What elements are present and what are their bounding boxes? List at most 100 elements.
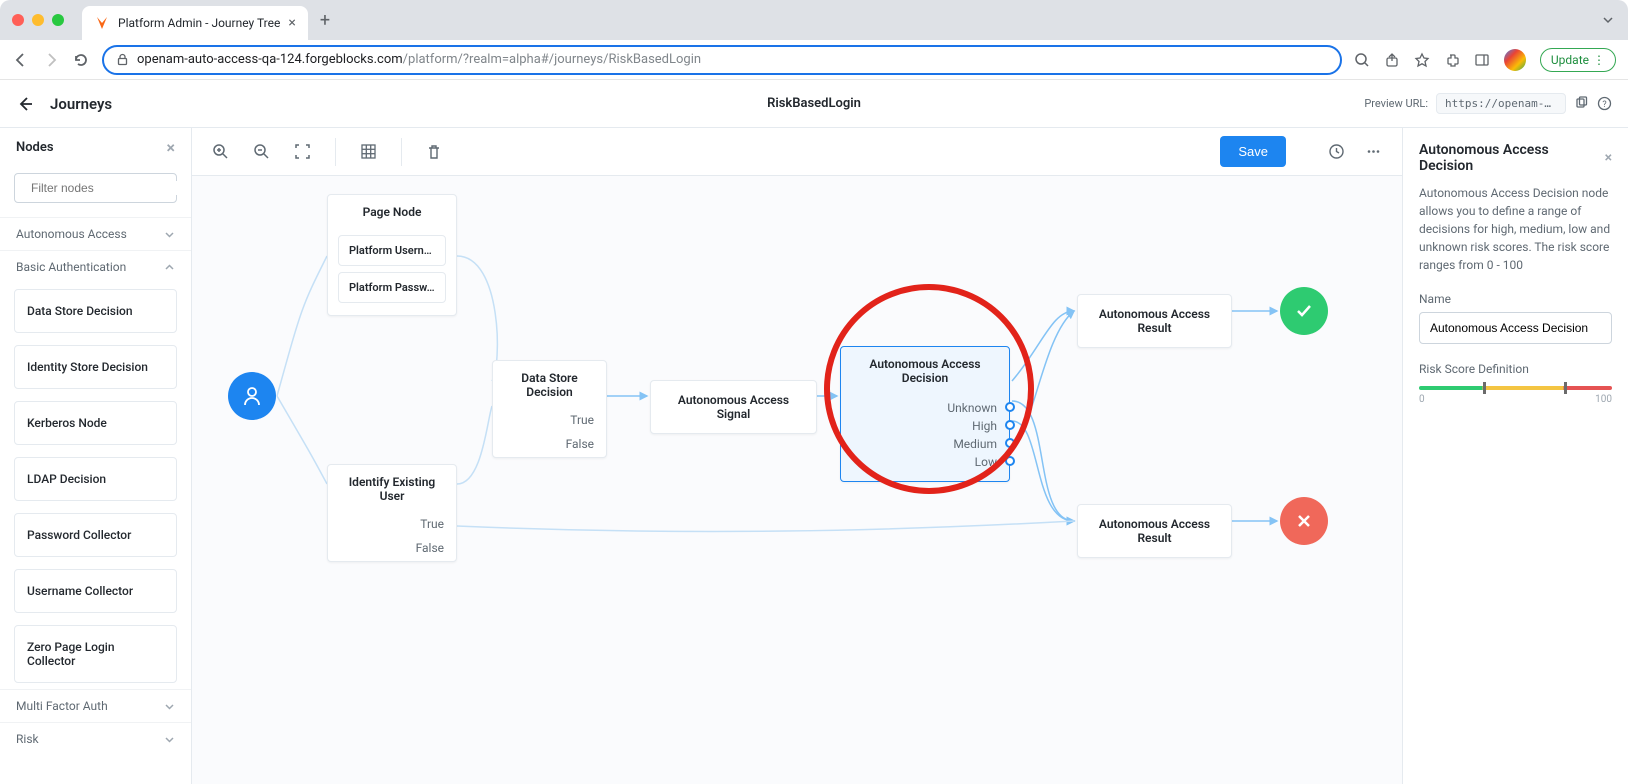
node-title: Autonomous Access Decision [841, 347, 1009, 395]
journey-name: RiskBasedLogin [767, 96, 861, 111]
node-item[interactable]: Username Collector [14, 569, 177, 613]
new-tab-button[interactable]: + [320, 10, 330, 31]
panel-title: Autonomous Access Decision [1419, 142, 1605, 174]
port[interactable] [1005, 420, 1015, 430]
sidebar-title: Nodes [16, 140, 54, 155]
preview-url-value: https://openam-auto… [1436, 93, 1566, 114]
share-icon[interactable] [1384, 52, 1400, 68]
minimize-window-button[interactable] [32, 14, 44, 26]
outcome: True [328, 513, 456, 537]
copy-icon[interactable] [1574, 96, 1589, 111]
slider-handle[interactable] [1564, 382, 1567, 394]
fit-screen-icon[interactable] [294, 143, 311, 160]
browser-toolbar: openam-auto-access-qa-124.forgeblocks.co… [0, 40, 1628, 80]
tabs-dropdown-icon[interactable] [1600, 12, 1616, 28]
node-item[interactable]: Kerberos Node [14, 401, 177, 445]
node-item[interactable]: LDAP Decision [14, 457, 177, 501]
chevron-down-icon [164, 734, 175, 745]
favicon-icon [94, 15, 110, 31]
back-button[interactable] [12, 51, 30, 69]
identify-existing-user-node[interactable]: Identify Existing User True False [327, 464, 457, 562]
zoom-in-icon[interactable] [212, 143, 229, 160]
extensions-icon[interactable] [1444, 52, 1460, 68]
more-icon[interactable] [1365, 143, 1382, 160]
maximize-window-button[interactable] [52, 14, 64, 26]
category-multi-factor-auth[interactable]: Multi Factor Auth [0, 689, 191, 722]
page-node[interactable]: Page Node Platform Usern… Platform Passw… [327, 194, 457, 316]
history-icon[interactable] [1328, 143, 1345, 160]
chevron-down-icon [164, 701, 175, 712]
delete-icon[interactable] [426, 144, 442, 160]
outcome: True [493, 409, 606, 433]
node-item[interactable]: Data Store Decision [14, 289, 177, 333]
outcome-unknown: Unknown [853, 399, 997, 417]
outcome: False [328, 537, 456, 561]
category-basic-authentication[interactable]: Basic Authentication [0, 250, 191, 283]
category-autonomous-access[interactable]: Autonomous Access [0, 217, 191, 250]
help-icon[interactable]: ? [1597, 96, 1612, 111]
reload-button[interactable] [72, 51, 90, 69]
zoom-icon[interactable] [1354, 52, 1370, 68]
zoom-out-icon[interactable] [253, 143, 270, 160]
port[interactable] [1005, 456, 1015, 466]
slider-handle[interactable] [1483, 382, 1486, 394]
autonomous-access-signal-node[interactable]: Autonomous Access Signal [650, 380, 817, 434]
node-title: Page Node [328, 195, 456, 229]
node-item[interactable]: Password Collector [14, 513, 177, 557]
svg-text:?: ? [1602, 100, 1606, 110]
bookmark-icon[interactable] [1414, 52, 1430, 68]
node-item[interactable]: Identity Store Decision [14, 345, 177, 389]
node-chip: Platform Usern… [338, 235, 446, 266]
browser-tab-bar: Platform Admin - Journey Tree × + [0, 0, 1628, 40]
save-button[interactable]: Save [1220, 136, 1286, 167]
profile-avatar[interactable] [1504, 49, 1526, 71]
sidebar-close-icon[interactable]: × [167, 138, 176, 157]
preview-url-label: Preview URL: [1364, 97, 1428, 110]
failure-end-node[interactable] [1280, 497, 1328, 545]
flow-canvas[interactable]: Page Node Platform Usern… Platform Passw… [192, 176, 1402, 784]
window-controls [12, 14, 64, 26]
address-bar[interactable]: openam-auto-access-qa-124.forgeblocks.co… [102, 45, 1342, 75]
tab-title: Platform Admin - Journey Tree [118, 16, 280, 30]
node-item[interactable]: Zero Page Login Collector [14, 625, 177, 683]
page-title: Journeys [50, 95, 112, 113]
start-node[interactable] [228, 372, 276, 420]
filter-input-wrapper[interactable] [14, 173, 177, 203]
success-end-node[interactable] [1280, 287, 1328, 335]
data-store-decision-node[interactable]: Data Store Decision True False [492, 360, 607, 458]
app-header: Journeys RiskBasedLogin Preview URL: htt… [0, 80, 1628, 128]
close-window-button[interactable] [12, 14, 24, 26]
risk-score-label: Risk Score Definition [1419, 362, 1612, 376]
risk-score-slider[interactable] [1419, 386, 1612, 390]
browser-tab[interactable]: Platform Admin - Journey Tree × [82, 6, 308, 40]
back-arrow-button[interactable] [16, 95, 34, 113]
outcome-medium: Medium [853, 435, 997, 453]
autonomous-access-result-node[interactable]: Autonomous Access Result [1077, 294, 1232, 348]
outcome-high: High [853, 417, 997, 435]
forward-button[interactable] [42, 51, 60, 69]
nodes-sidebar: Nodes × Autonomous Access Basic Authenti… [0, 128, 192, 784]
canvas-area: Save [192, 128, 1402, 784]
chevron-down-icon [164, 229, 175, 240]
risk-max: 100 [1595, 394, 1612, 405]
name-input[interactable] [1419, 312, 1612, 344]
autonomous-access-result-node[interactable]: Autonomous Access Result [1077, 504, 1232, 558]
chevron-up-icon [164, 262, 175, 273]
node-chip: Platform Passw… [338, 272, 446, 303]
side-panel-icon[interactable] [1474, 52, 1490, 68]
filter-input[interactable] [31, 181, 186, 195]
risk-min: 0 [1419, 394, 1425, 405]
autonomous-access-decision-node[interactable]: Autonomous Access Decision Unknown High … [840, 346, 1010, 482]
lock-icon [116, 53, 129, 66]
update-button[interactable]: Update⋮ [1540, 48, 1616, 72]
panel-close-icon[interactable]: × [1605, 150, 1612, 166]
url-text: openam-auto-access-qa-124.forgeblocks.co… [137, 52, 701, 67]
category-risk[interactable]: Risk [0, 722, 191, 755]
outcome: False [493, 433, 606, 457]
node-title: Data Store Decision [493, 361, 606, 409]
grid-icon[interactable] [360, 143, 377, 160]
port[interactable] [1005, 438, 1015, 448]
node-title: Identify Existing User [328, 465, 456, 513]
tab-close-icon[interactable]: × [288, 15, 295, 31]
port[interactable] [1005, 402, 1015, 412]
